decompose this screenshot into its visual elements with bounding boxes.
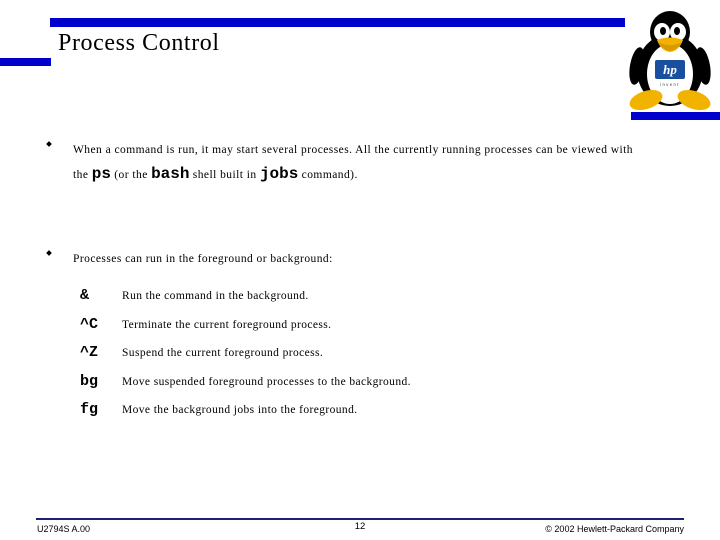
table-row: & Run the command in the background. [80,287,411,316]
command-key-ampersand: & [80,287,90,304]
command-desc-ctrl-c: Terminate the current foreground process… [122,318,332,331]
svg-text:hp: hp [663,62,677,77]
command-jobs: jobs [259,165,299,183]
command-key-ctrl-c: ^C [80,315,99,333]
command-bash: bash [151,165,190,183]
page-title: Process Control [58,30,220,56]
command-desc-ampersand: Run the command in the background. [122,290,309,302]
bullet-item-1: When a command is run, it may start seve… [0,138,720,187]
header-accent-bar [50,18,625,27]
footer-copyright: © 2002 Hewlett-Packard Company [545,524,684,534]
tux-penguin-icon: hp invent [629,11,711,111]
command-ps: ps [91,165,111,183]
bullet-marker-icon [46,141,52,147]
bullet-marker-icon [46,250,52,256]
slide: Process Control hp invent When a command… [0,0,720,540]
command-desc-ctrl-z: Suspend the current foreground process. [122,347,324,359]
table-row: bg Move suspended foreground processes t… [80,373,411,402]
footer-divider [36,518,684,520]
bullet-1-seg-2: (or the [110,169,152,181]
slide-content: When a command is run, it may start seve… [0,128,720,430]
table-row: ^C Terminate the current foreground proc… [80,316,411,345]
command-table: & Run the command in the background. ^C … [80,287,411,430]
bullet-item-2: Processes can run in the foreground or b… [0,247,720,271]
command-key-ctrl-z: ^Z [80,344,99,361]
table-row: fg Move the background jobs into the for… [80,401,411,430]
command-key-fg: fg [80,401,99,418]
logo-accent-bar [631,112,720,120]
command-key-bg: bg [80,372,99,390]
table-row: ^Z Suspend the current foreground proces… [80,344,411,373]
bullet-2-text: Processes can run in the foreground or b… [73,253,333,265]
bullet-1-seg-4: shell built in [189,169,260,181]
bullet-1-seg-6: command). [298,169,358,181]
command-desc-bg: Move suspended foreground processes to t… [122,375,411,388]
svg-text:invent: invent [660,82,680,87]
bullet-1-text: When a command is run, it may start seve… [73,138,720,187]
header-left-accent-bar [0,58,51,66]
command-desc-fg: Move the background jobs into the foregr… [122,404,358,416]
